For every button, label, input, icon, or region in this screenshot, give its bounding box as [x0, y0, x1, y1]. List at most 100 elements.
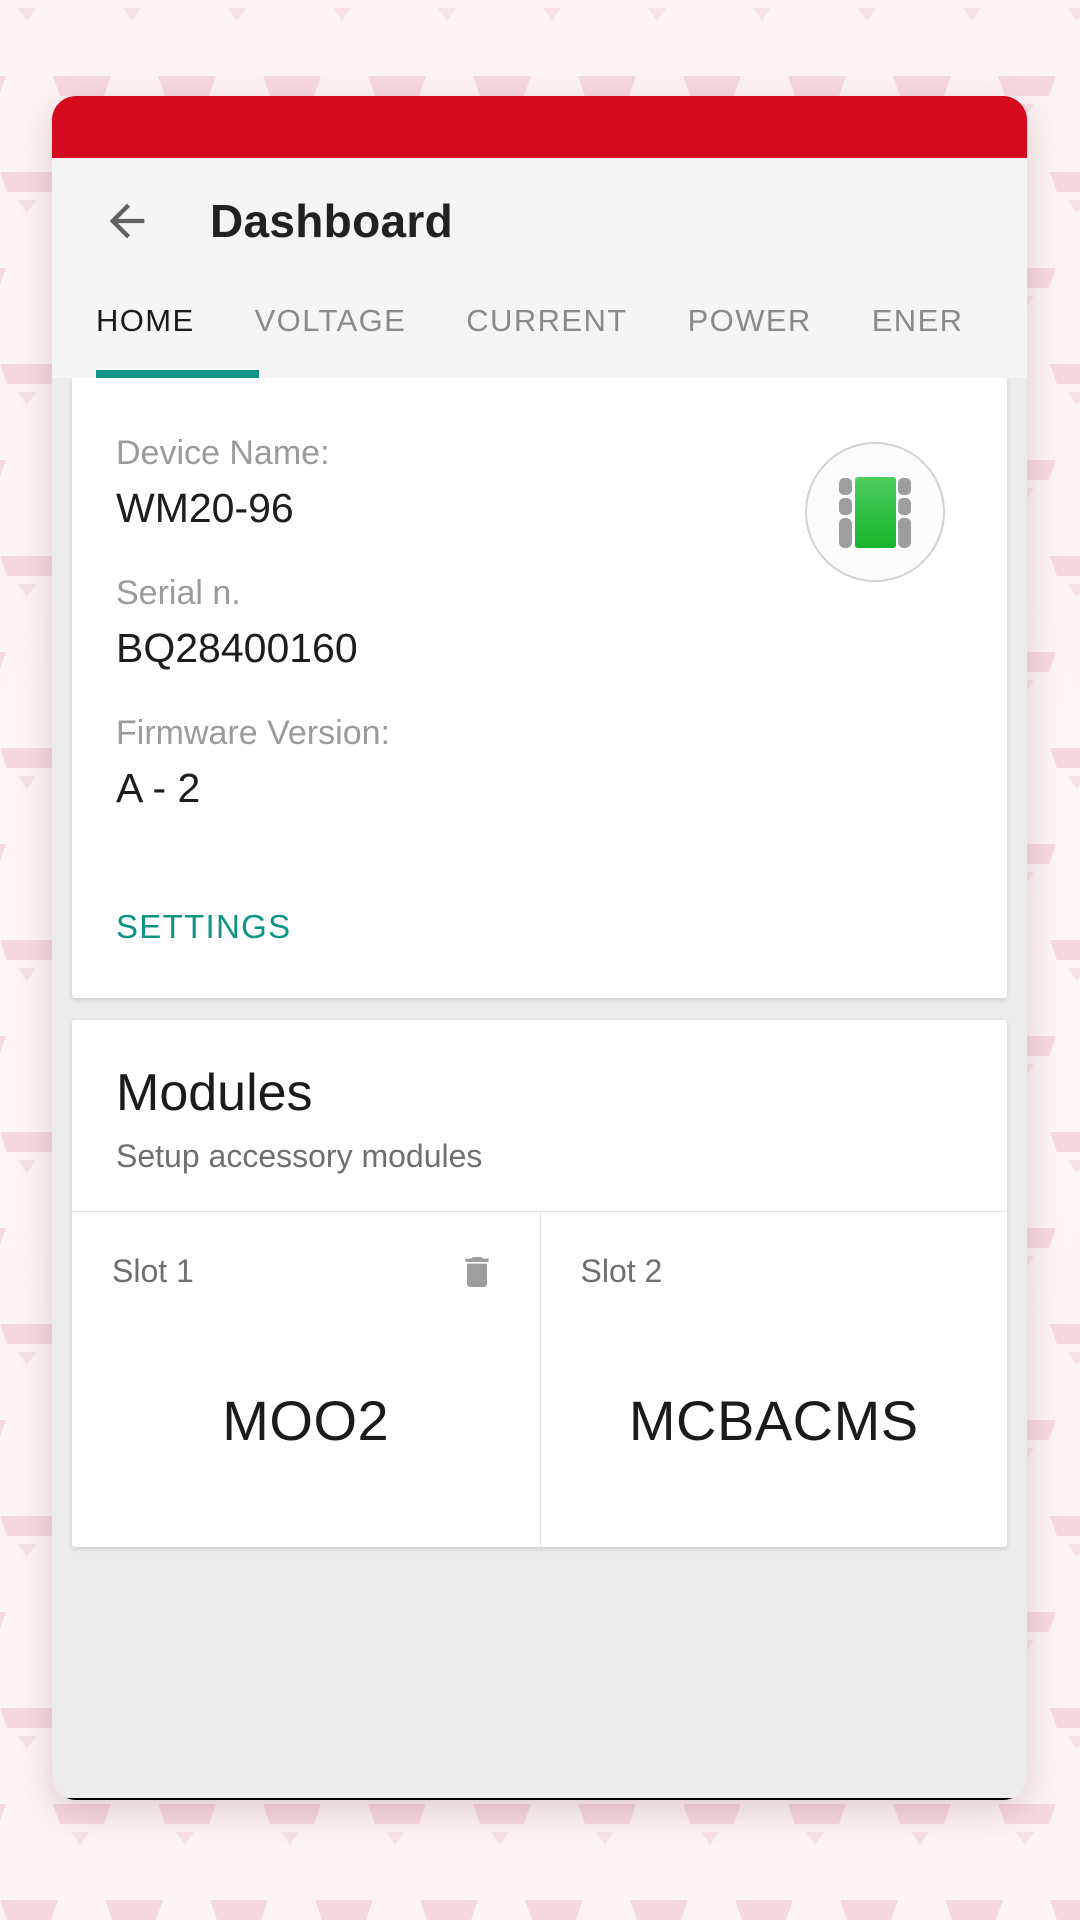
wallpaper-motif: [0, 1900, 58, 1920]
wallpaper-motif: [997, 1804, 1056, 1874]
wallpaper-motif: [945, 0, 1003, 50]
wallpaper-pattern-row: [0, 0, 1080, 76]
module-slot-2[interactable]: Slot 2 MCBACMS: [539, 1211, 1008, 1547]
wallpaper-motif: [0, 1612, 6, 1682]
wallpaper-motif: [315, 1900, 373, 1920]
device-name-value: WM20-96: [116, 484, 294, 531]
energy-meter-icon: [839, 477, 911, 548]
tab-bar[interactable]: HOME VOLTAGE CURRENT POWER ENER: [52, 283, 1027, 378]
slot-1-delete-button[interactable]: [454, 1249, 500, 1295]
slot-1-module-name: MOO2: [222, 1388, 390, 1452]
device-info-card: Device Name: WM20-96 Serial n. BQ2840016…: [72, 378, 1007, 998]
wallpaper-motif: [1050, 1708, 1080, 1778]
tab-power[interactable]: POWER: [658, 283, 842, 339]
wallpaper-motif: [1050, 940, 1080, 1010]
modules-subtitle: Setup accessory modules: [116, 1137, 483, 1174]
field-device-name: Device Name: WM20-96: [116, 430, 390, 536]
phone-screen: Dashboard HOME VOLTAGE CURRENT POWER ENE…: [52, 96, 1027, 1800]
wallpaper-motif: [52, 1804, 111, 1874]
wallpaper-motif: [1050, 556, 1080, 626]
tab-home[interactable]: HOME: [52, 283, 225, 339]
wallpaper-motif: [630, 0, 688, 50]
wallpaper-motif: [0, 1708, 58, 1778]
wallpaper-motif: [0, 1804, 6, 1874]
wallpaper-motif: [0, 1132, 58, 1202]
wallpaper-motif: [0, 556, 58, 626]
wallpaper-motif: [367, 1804, 426, 1874]
settings-button[interactable]: SETTINGS: [116, 908, 291, 946]
wallpaper-motif: [630, 1900, 688, 1920]
wallpaper-motif: [0, 652, 6, 722]
wallpaper-motif: [105, 1900, 163, 1920]
field-firmware-version: Firmware Version: A - 2: [116, 710, 390, 816]
wallpaper-pattern-row: [0, 1900, 1080, 1920]
android-navigation-bar: [52, 1798, 1027, 1800]
firmware-version-value: A - 2: [116, 764, 201, 811]
wallpaper-motif: [1050, 172, 1080, 242]
wallpaper-motif: [0, 172, 58, 242]
wallpaper-motif: [735, 0, 793, 50]
device-avatar: [805, 442, 945, 582]
module-slot-1[interactable]: Slot 1 MOO2: [72, 1212, 540, 1547]
slot-1-label: Slot 1: [112, 1253, 194, 1290]
wallpaper-motif: [0, 460, 6, 530]
wallpaper-motif: [420, 1900, 478, 1920]
page-title: Dashboard: [210, 194, 453, 247]
tab-voltage[interactable]: VOLTAGE: [225, 283, 437, 339]
wallpaper-motif: [0, 940, 58, 1010]
firmware-version-label: Firmware Version:: [116, 713, 390, 752]
tab-energy[interactable]: ENER: [842, 283, 994, 339]
wallpaper-motif: [105, 0, 163, 50]
slot-1-header: Slot 1: [112, 1246, 500, 1298]
wallpaper-motif: [1050, 1516, 1080, 1586]
serial-number-value: BQ28400160: [116, 624, 358, 671]
device-info-fields: Device Name: WM20-96 Serial n. BQ2840016…: [116, 430, 390, 946]
wallpaper-motif: [1050, 0, 1080, 50]
wallpaper-motif: [892, 1804, 951, 1874]
wallpaper-motif: [0, 268, 6, 338]
arrow-left-icon: [109, 203, 145, 238]
wallpaper-motif: [1050, 364, 1080, 434]
wallpaper-motif: [0, 1324, 58, 1394]
wallpaper-motif: [1050, 748, 1080, 818]
field-serial-number: Serial n. BQ28400160: [116, 570, 390, 676]
wallpaper-motif: [0, 1228, 6, 1298]
wallpaper-motif: [210, 0, 268, 50]
wallpaper-motif: [0, 1516, 58, 1586]
slot-2-label: Slot 2: [580, 1253, 663, 1290]
wallpaper-motif: [0, 76, 6, 146]
wallpaper-motif: [1050, 1900, 1080, 1920]
modules-card: Modules Setup accessory modules Slot 1 M…: [72, 1019, 1008, 1547]
wallpaper-motif: [0, 748, 58, 818]
wallpaper-motif: [157, 1804, 216, 1874]
content-scroll-area[interactable]: Device Name: WM20-96 Serial n. BQ2840016…: [52, 378, 1027, 1798]
wallpaper-motif: [0, 0, 58, 50]
wallpaper-motif: [262, 1804, 321, 1874]
wallpaper-motif: [0, 364, 58, 434]
wallpaper-motif: [577, 1804, 636, 1874]
status-bar: [52, 96, 1027, 158]
slot-2-module-name: MCBACMS: [628, 1388, 919, 1452]
wallpaper-motif: [0, 1036, 6, 1106]
wallpaper-motif: [0, 1420, 6, 1490]
wallpaper-motif: [787, 1804, 846, 1874]
app-bar: Dashboard: [52, 158, 1027, 283]
back-button[interactable]: [88, 182, 166, 260]
wallpaper-motif: [735, 1900, 793, 1920]
trash-icon: [464, 1256, 489, 1287]
wallpaper-motif: [840, 1900, 898, 1920]
device-name-label: Device Name:: [116, 434, 330, 472]
slot-2-header: Slot 2: [581, 1246, 968, 1298]
wallpaper-motif: [210, 1900, 268, 1920]
tab-current[interactable]: CURRENT: [436, 283, 657, 339]
modules-title: Modules: [116, 1063, 313, 1122]
modules-header: Modules Setup accessory modules: [72, 1020, 1007, 1211]
wallpaper-motif: [525, 0, 583, 50]
tab-active-indicator: [96, 370, 259, 378]
serial-number-label: Serial n.: [116, 573, 241, 612]
wallpaper-motif: [1050, 1132, 1080, 1202]
wallpaper-motif: [1050, 1324, 1080, 1394]
wallpaper-motif: [0, 844, 6, 914]
wallpaper-motif: [840, 0, 898, 50]
wallpaper-motif: [682, 1804, 741, 1874]
